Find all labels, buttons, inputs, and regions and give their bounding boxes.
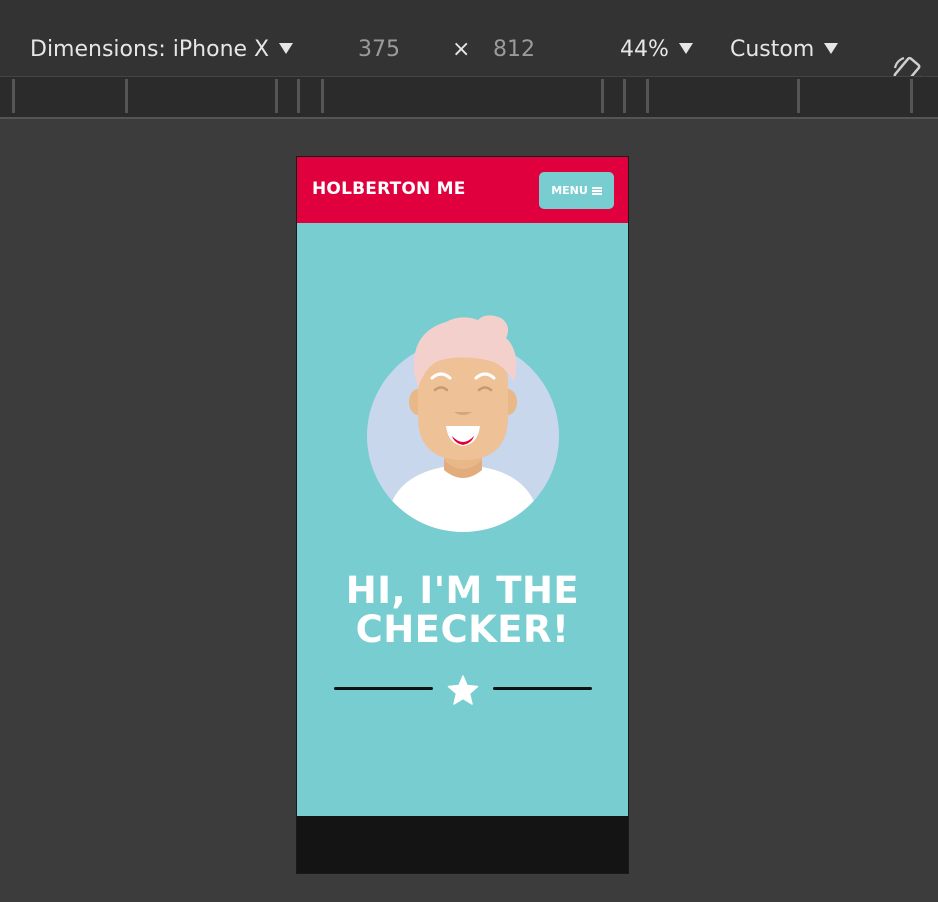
dimensions-dropdown[interactable]: Dimensions: iPhone X — [30, 36, 294, 64]
menu-button[interactable]: MENU — [539, 172, 614, 209]
site-header: HOLBERTON ME MENU — [297, 157, 628, 223]
footer-bar — [297, 816, 628, 873]
star-icon — [447, 675, 479, 705]
throttle-dropdown[interactable]: Custom — [730, 36, 839, 64]
zoom-dropdown[interactable]: 44% — [620, 36, 693, 64]
chevron-down-icon — [824, 43, 839, 54]
ruler-tick[interactable] — [623, 79, 626, 113]
headline-line-2: CHECKER! — [355, 608, 570, 651]
ruler-tick[interactable] — [321, 79, 324, 113]
ruler-tick[interactable] — [297, 79, 300, 113]
ruler-tick[interactable] — [910, 79, 913, 113]
ruler-tick[interactable] — [601, 79, 604, 113]
dimensions-label: Dimensions: iPhone X — [30, 37, 270, 62]
hamburger-icon — [591, 186, 602, 195]
divider-line-right — [493, 687, 592, 690]
ruler-tick[interactable] — [125, 79, 128, 113]
width-input[interactable]: 375 — [358, 36, 400, 64]
throttle-label: Custom — [730, 37, 815, 62]
ruler-tick[interactable] — [797, 79, 800, 113]
hero-headline: HI, I'M THE CHECKER! — [297, 571, 628, 649]
devtools-top-strip — [0, 0, 938, 25]
media-query-ruler — [0, 76, 938, 119]
ruler-tick[interactable] — [275, 79, 278, 113]
times-icon: × — [452, 37, 471, 62]
avatar-illustration — [367, 315, 559, 532]
ruler-tick[interactable] — [646, 79, 649, 113]
height-input[interactable]: 812 — [493, 36, 535, 64]
menu-label: MENU — [551, 184, 588, 197]
headline-line-1: HI, I'M THE — [345, 569, 580, 612]
chevron-down-icon — [678, 43, 693, 54]
site-brand[interactable]: HOLBERTON ME — [312, 179, 466, 199]
chevron-down-icon — [279, 43, 294, 54]
zoom-label: 44% — [620, 37, 669, 62]
divider-line-left — [334, 687, 433, 690]
ruler-tick[interactable] — [12, 79, 15, 113]
device-toolbar: Dimensions: iPhone X 375 × 812 44% Custo… — [0, 24, 938, 88]
device-viewport: HOLBERTON ME MENU HI, I'M THE CHECKER! — [296, 156, 629, 874]
